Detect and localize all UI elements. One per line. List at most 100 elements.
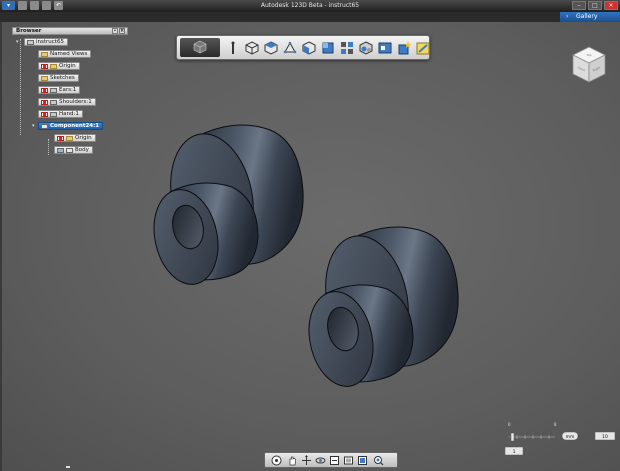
tree-node-hand[interactable]: Hand:1 <box>38 110 83 118</box>
visibility-off-icon[interactable] <box>41 87 48 93</box>
gallery-button[interactable]: Gallery <box>560 12 620 22</box>
scale-value: 1 <box>513 449 516 455</box>
visibility-off-icon[interactable] <box>41 63 48 69</box>
minimize-button[interactable]: – <box>572 1 586 10</box>
tree-node-shoulders[interactable]: Shoulders:1 <box>38 98 96 106</box>
collapse-icon[interactable]: ▾ <box>16 40 20 45</box>
collapse-icon[interactable]: ▾ <box>32 124 36 129</box>
tree-node-ears[interactable]: Ears:1 <box>38 86 81 94</box>
material-icon[interactable] <box>358 39 374 56</box>
tree-node-chip: instruct65 <box>24 38 68 46</box>
scale-max-label: 8 <box>554 422 557 427</box>
document-icon <box>27 39 34 45</box>
tree-line <box>20 39 21 135</box>
folder-icon <box>66 135 73 141</box>
visibility-off-icon[interactable] <box>41 111 48 117</box>
unit-label: mm <box>566 435 575 440</box>
3d-icon[interactable] <box>377 39 393 56</box>
tree-node-chip: Origin <box>38 62 80 70</box>
main-toolbar <box>176 35 430 60</box>
tree-node-origin[interactable]: Origin <box>38 62 80 70</box>
tree-node-label: Origin <box>59 63 76 69</box>
window-controls: – □ × <box>572 1 618 10</box>
scale-slider-handle[interactable] <box>510 432 515 442</box>
folder-icon <box>41 75 48 81</box>
lookat-icon[interactable] <box>343 455 354 466</box>
visual-style-icon[interactable] <box>373 455 384 466</box>
shaded-icon[interactable] <box>320 39 336 56</box>
visibility-on-icon[interactable] <box>57 147 64 153</box>
tree-node-label: Hand:1 <box>59 111 79 117</box>
browser-tree: ▾ instruct65 Named Views Origin Sketches <box>12 35 128 165</box>
tree-node-label: instruct65 <box>36 39 64 45</box>
tree-node-component[interactable]: ▾ Component24:1 <box>32 122 104 130</box>
browser-minimize-icon[interactable]: – <box>112 28 118 34</box>
display-icon[interactable] <box>357 455 368 466</box>
browser-close-icon[interactable]: × <box>119 28 125 34</box>
body-icon <box>66 147 73 153</box>
visibility-off-icon[interactable] <box>41 99 48 105</box>
tree-line <box>48 139 49 155</box>
browser-title: Browser <box>16 28 42 34</box>
status-indicator <box>66 466 70 468</box>
tree-node-chip: Shoulders:1 <box>38 98 96 106</box>
tree-node-named-views[interactable]: Named Views <box>38 50 92 58</box>
browser-panel: Browser – × ▾ instruct65 Named Views Ori… <box>12 27 128 165</box>
tree-node-chip: Component24:1 <box>38 122 104 130</box>
tree-node-chip: Origin <box>54 134 96 142</box>
star-icon[interactable] <box>396 39 412 56</box>
scale-min-label: 0 <box>508 422 511 427</box>
bushing-part-1[interactable] <box>146 124 304 290</box>
tree-node-chip: Hand:1 <box>38 110 83 118</box>
tree-node-chip: Sketches <box>38 74 79 82</box>
grid-icon[interactable] <box>339 39 355 56</box>
visibility-off-icon[interactable] <box>57 135 64 141</box>
steeringwheel-icon[interactable] <box>271 455 282 466</box>
tree-node-root[interactable]: ▾ instruct65 <box>16 38 68 46</box>
tree-node-sketches[interactable]: Sketches <box>38 74 79 82</box>
folder-icon <box>50 63 57 69</box>
sketch-icon <box>50 99 57 105</box>
tree-node-chip: Named Views <box>38 50 92 58</box>
tree-node-label: Body <box>75 147 89 153</box>
title-bar: ▾ ↶ Autodesk 123D Beta - instruct65 – □ … <box>0 0 620 12</box>
window-edge <box>0 22 2 471</box>
tree-node-label: Shoulders:1 <box>59 99 92 105</box>
sphere-icon[interactable] <box>282 39 298 56</box>
tree-node-component-origin[interactable]: Origin <box>54 134 96 142</box>
close-button[interactable]: × <box>604 1 618 10</box>
tree-node-label: Origin <box>75 135 92 141</box>
cylinder-icon[interactable] <box>263 39 279 56</box>
info-bar: Gallery <box>0 12 620 22</box>
box-icon[interactable] <box>244 39 260 56</box>
sketch-icon <box>50 111 57 117</box>
sketch-icon[interactable] <box>415 39 431 56</box>
cursor-icon[interactable] <box>225 39 241 56</box>
tree-node-chip: Ears:1 <box>38 86 81 94</box>
viewcube-top-label: Top <box>585 53 591 57</box>
browser-header-buttons: – × <box>112 28 125 34</box>
sketch-icon <box>50 87 57 93</box>
navigation-bar <box>264 452 398 468</box>
zoom-icon[interactable] <box>301 455 312 466</box>
grid-count-value: 10 <box>602 434 608 440</box>
browser-header: Browser – × <box>12 27 128 35</box>
tree-node-chip: Body <box>54 146 93 154</box>
torus-icon[interactable] <box>301 39 317 56</box>
toolbar-icons <box>225 39 431 56</box>
bushing-part-2[interactable] <box>301 226 459 392</box>
tree-node-label: Ears:1 <box>59 87 77 93</box>
pan-icon[interactable] <box>287 455 298 466</box>
viewcube-menu-button[interactable] <box>180 38 220 57</box>
tree-node-label: Named Views <box>50 51 88 57</box>
window-title: Autodesk 123D Beta - instruct65 <box>260 2 360 9</box>
folder-icon <box>41 51 48 57</box>
fit-icon[interactable] <box>329 455 340 466</box>
grid-scale-widget: 0 8 1 mm 10 <box>504 420 617 458</box>
component-icon <box>41 123 48 129</box>
viewcube-icon <box>193 40 207 54</box>
maximize-button[interactable]: □ <box>588 1 602 10</box>
orbit-icon[interactable] <box>315 455 326 466</box>
viewcube[interactable]: Top Front Right <box>570 45 608 87</box>
tree-node-body[interactable]: Body <box>54 146 93 154</box>
